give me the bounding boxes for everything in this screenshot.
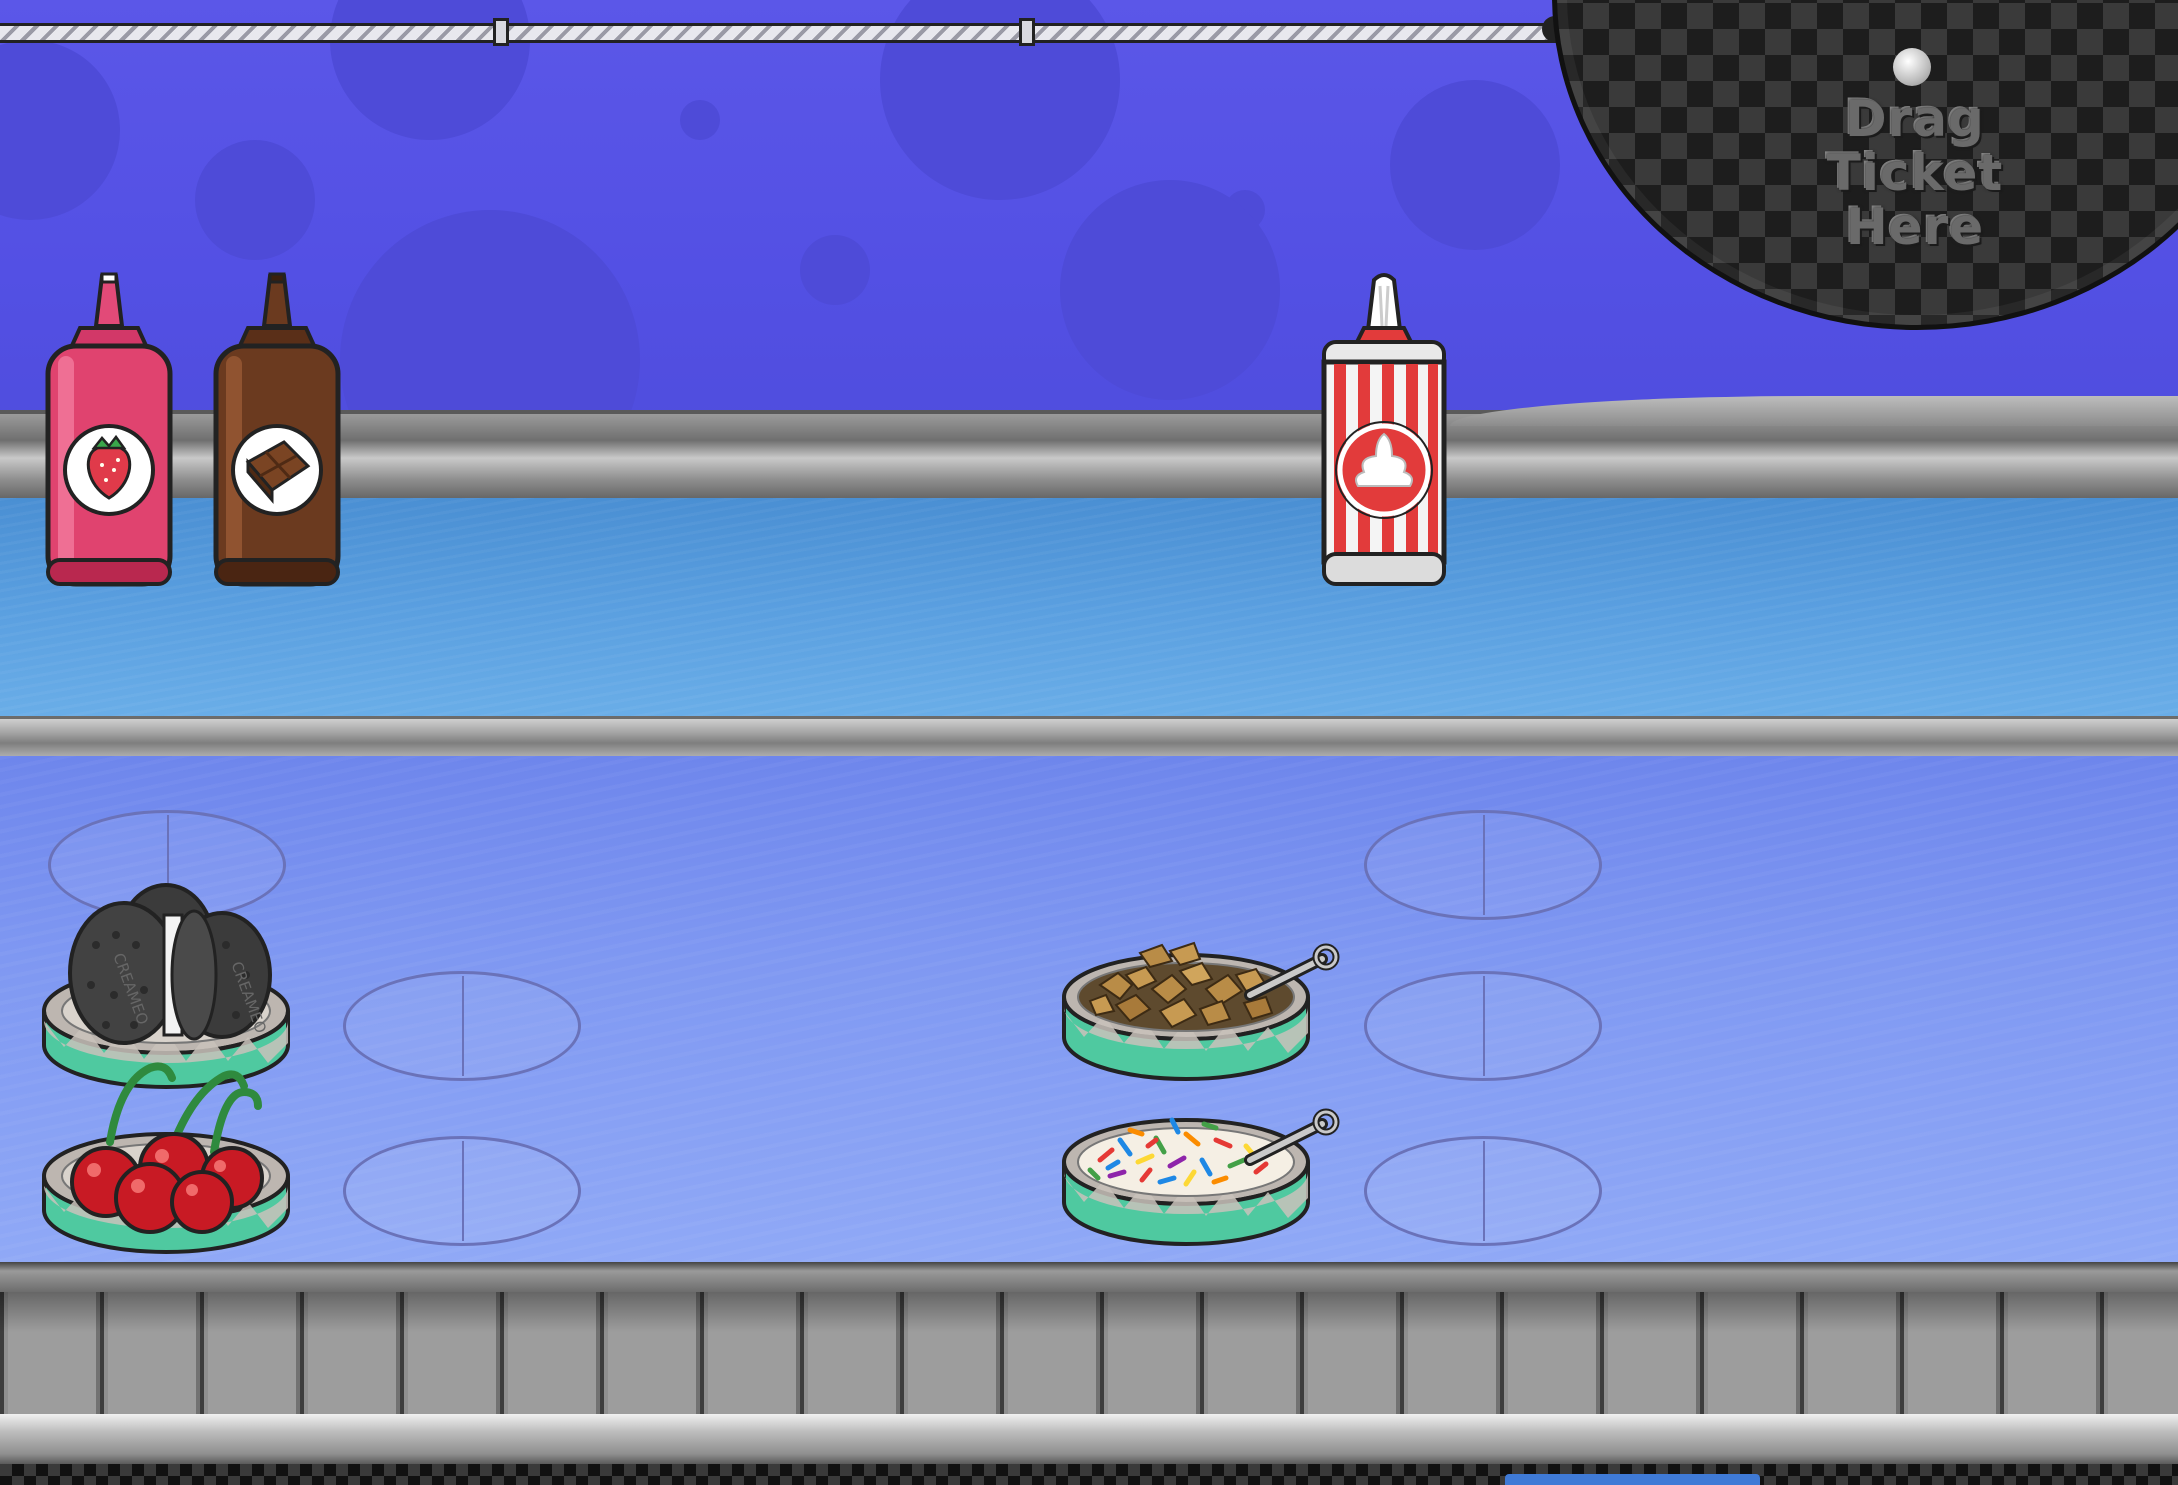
conveyor-edge	[0, 1262, 2178, 1292]
rail-clip	[1019, 18, 1035, 46]
nuts-bin[interactable]	[1060, 941, 1340, 1081]
strawberry-syrup-bottle[interactable]	[44, 270, 174, 592]
topping-station: Drag Ticket Here CREAMEO CREAMEO	[0, 0, 2178, 1485]
ticket-dropzone-label: Drag Ticket Here	[1826, 90, 2004, 256]
ticket-pin-icon	[1893, 48, 1931, 86]
cherries-bin[interactable]	[40, 1062, 292, 1254]
topping-slot[interactable]	[1364, 1136, 1602, 1246]
chocolate-syrup-bottle[interactable]	[212, 270, 342, 592]
topping-slot[interactable]	[1364, 810, 1602, 920]
rail-clip	[493, 18, 509, 46]
sprinkles-bin[interactable]	[1060, 1108, 1340, 1246]
whipped-cream-can[interactable]	[1320, 272, 1448, 592]
checkered-floor	[0, 1464, 2178, 1485]
conveyor-rim	[0, 1414, 2178, 1464]
conveyor-belt	[0, 1292, 2178, 1418]
topping-slot[interactable]	[343, 1136, 581, 1246]
cherry-icon	[70, 1062, 264, 1234]
topping-slot[interactable]	[343, 971, 581, 1081]
ticket-rail	[0, 23, 1560, 43]
topping-slot[interactable]	[1364, 971, 1602, 1081]
floor-tab	[1505, 1474, 1760, 1485]
